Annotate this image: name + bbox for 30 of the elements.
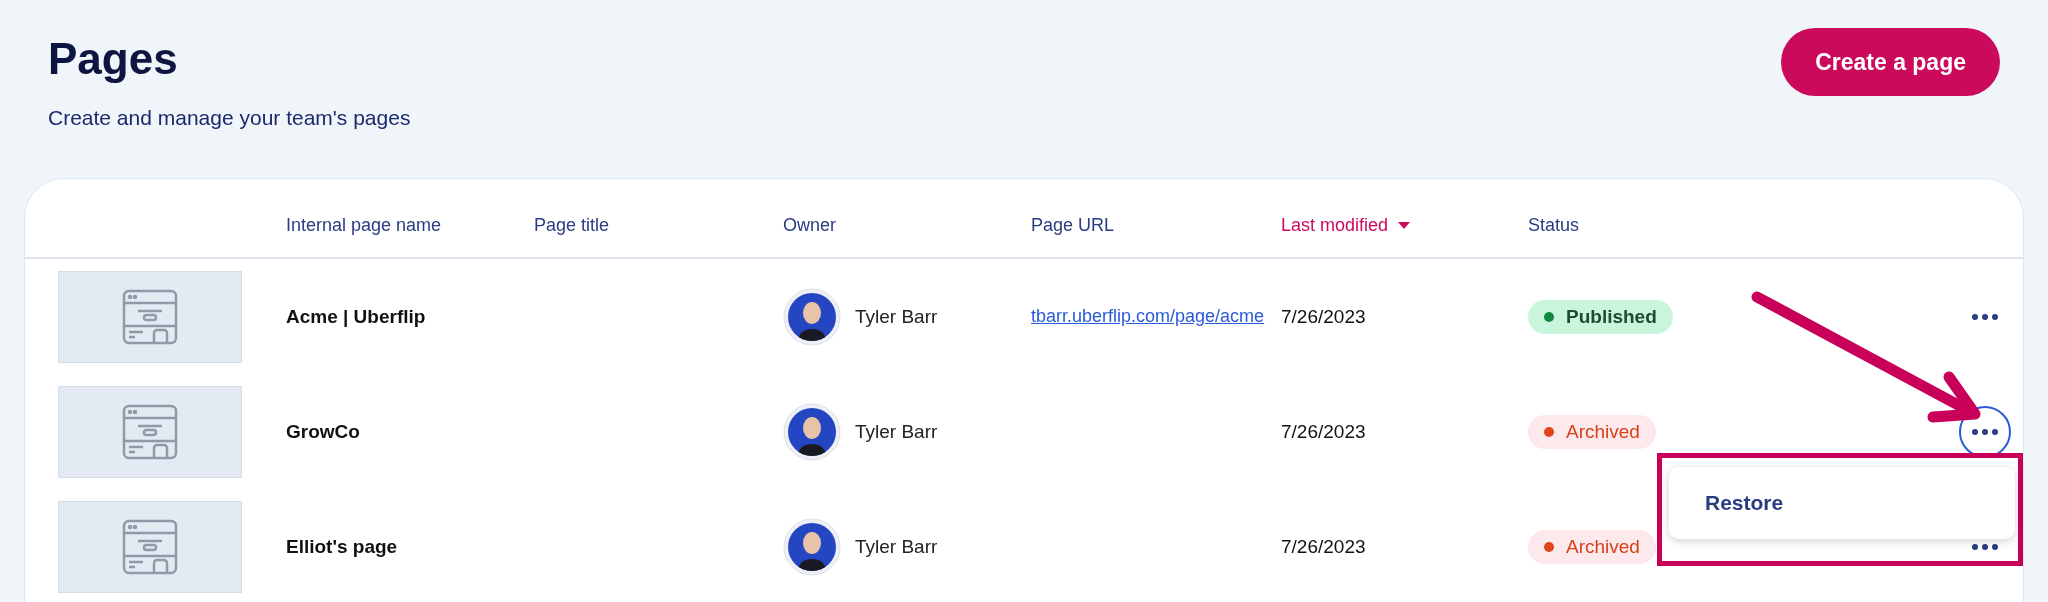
- owner-name: Tyler Barr: [855, 420, 938, 443]
- webpage-icon: [121, 517, 179, 576]
- page-name: Elliot's page: [286, 535, 399, 558]
- column-header[interactable]: Page URL: [1031, 214, 1115, 236]
- column-header[interactable]: Status: [1528, 214, 1580, 236]
- owner-name: Tyler Barr: [855, 305, 938, 328]
- webpage-icon: [121, 287, 179, 346]
- menu-item[interactable]: Restore: [1669, 481, 2015, 525]
- page-subtitle: Create and manage your team's pages: [48, 106, 411, 130]
- status-badge: Published: [1528, 299, 1673, 334]
- webpage-icon: [121, 402, 179, 461]
- column-header[interactable]: Owner: [783, 214, 836, 236]
- avatar: [783, 287, 841, 346]
- modified-date: 7/26/2023: [1281, 535, 1367, 558]
- page-title: Pages: [48, 34, 179, 84]
- owner-name: Tyler Barr: [855, 535, 938, 558]
- page-name: GrowCo: [286, 420, 361, 443]
- column-header[interactable]: Page title: [534, 214, 610, 236]
- sort-caret-icon: [1398, 221, 1411, 229]
- avatar: [783, 517, 841, 576]
- modified-date: 7/26/2023: [1281, 305, 1367, 328]
- status-badge: Archived: [1528, 529, 1656, 564]
- page-url-link[interactable]: tbarr.uberflip.com/page/acme: [1031, 306, 1265, 326]
- modified-date: 7/26/2023: [1281, 420, 1367, 443]
- column-header[interactable]: Internal page name: [286, 214, 442, 236]
- create-page-button[interactable]: Create a page: [1781, 28, 2000, 96]
- page-name: Acme | Uberflip: [286, 305, 427, 328]
- avatar: [783, 402, 841, 461]
- column-header[interactable]: Last modified: [1281, 214, 1389, 236]
- status-badge: Archived: [1528, 414, 1656, 449]
